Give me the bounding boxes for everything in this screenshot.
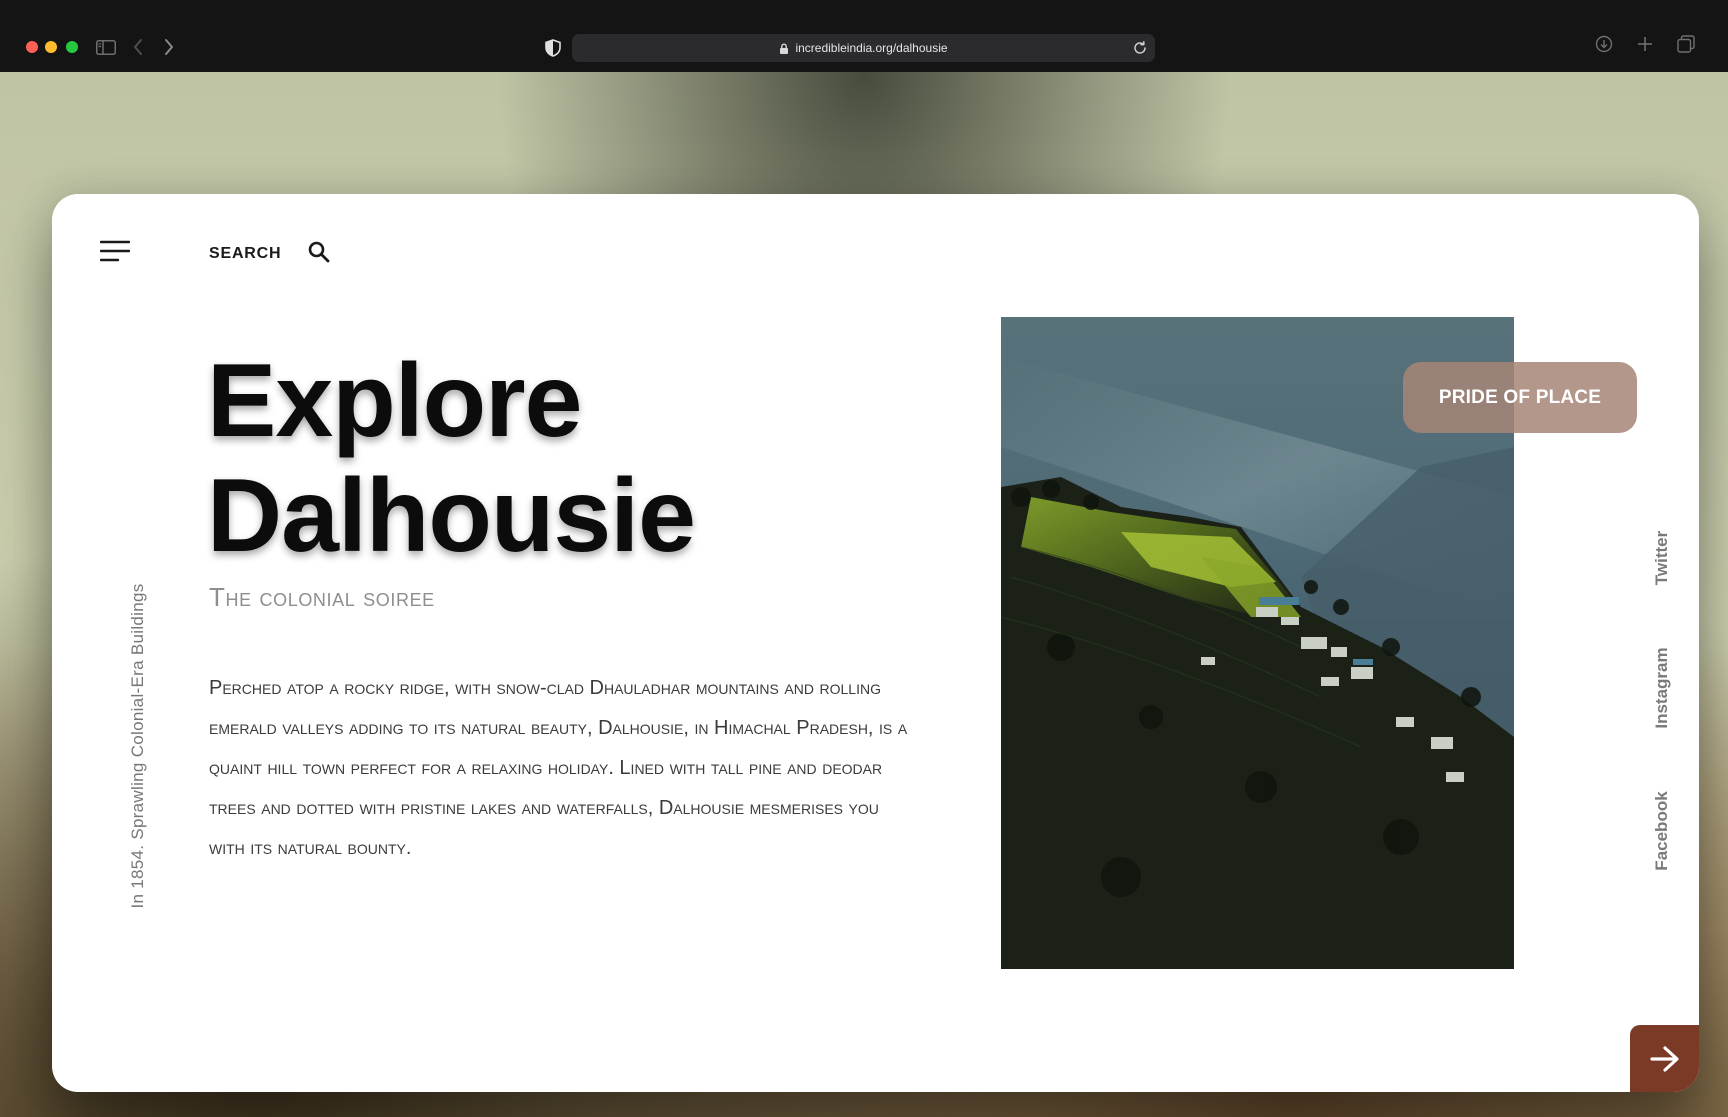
hero-card: SEARCH Explore Dalhousie The colonial so… xyxy=(52,194,1699,1092)
arrow-right-icon xyxy=(1649,1045,1680,1072)
menu-icon[interactable] xyxy=(100,240,130,262)
title-line-2: Dalhousie xyxy=(207,458,696,574)
download-icon[interactable] xyxy=(1595,35,1613,53)
privacy-shield-icon[interactable] xyxy=(544,38,562,57)
title-line-1: Explore xyxy=(207,343,582,459)
back-icon[interactable] xyxy=(131,37,145,57)
next-button[interactable] xyxy=(1630,1025,1699,1092)
url-text: incredibleindia.org/dalhousie xyxy=(795,41,948,55)
tab-overview-icon[interactable] xyxy=(1677,35,1695,53)
new-tab-icon[interactable] xyxy=(1636,35,1654,53)
vertical-caption: In 1854. Sprawling Colonial-Era Building… xyxy=(128,583,147,909)
browser-toolbar: incredibleindia.org/dalhousie xyxy=(0,0,1728,72)
description-paragraph: Perched atop a rocky ridge, with snow-cl… xyxy=(209,677,908,859)
lock-icon xyxy=(779,43,789,54)
forward-icon[interactable] xyxy=(162,37,176,57)
sidebar-icon[interactable] xyxy=(96,40,116,55)
search-icon[interactable] xyxy=(308,241,330,263)
address-bar[interactable]: incredibleindia.org/dalhousie xyxy=(572,34,1155,62)
page-backdrop: SEARCH Explore Dalhousie The colonial so… xyxy=(0,72,1728,1117)
pride-of-place-badge[interactable]: PRIDE OF PLACE xyxy=(1403,362,1637,433)
instagram-link[interactable]: Instagram xyxy=(1652,608,1674,768)
zoom-window-button[interactable] xyxy=(66,41,78,53)
search-button[interactable]: SEARCH xyxy=(209,245,281,263)
reload-icon[interactable] xyxy=(1132,40,1148,56)
minimize-window-button[interactable] xyxy=(45,41,57,53)
subtitle: The colonial soiree xyxy=(209,582,435,612)
close-window-button[interactable] xyxy=(26,41,38,53)
facebook-link[interactable]: Facebook xyxy=(1652,751,1674,911)
page-title: Explore Dalhousie xyxy=(207,343,696,574)
